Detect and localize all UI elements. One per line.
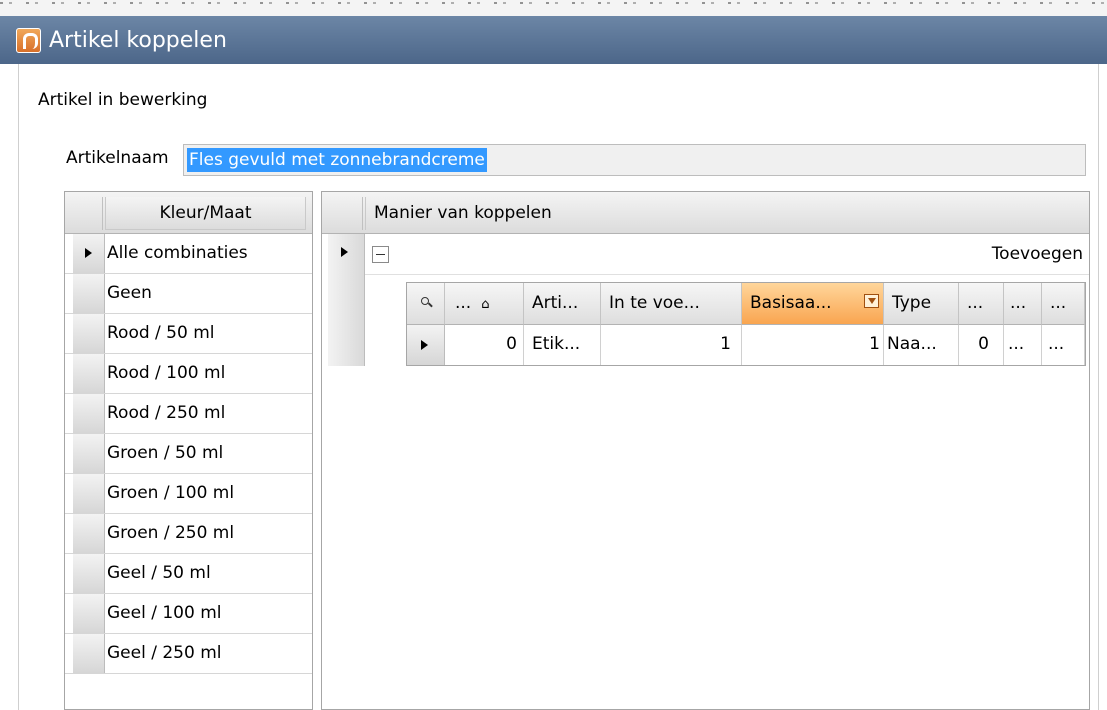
toevoegen-cell[interactable]: Toevoegen [992,239,1083,269]
table-cell[interactable]: ... [1042,325,1085,365]
article-name-field[interactable]: Fles gevuld met zonnebrandcreme [183,144,1086,176]
list-item[interactable]: Groen / 100 ml [65,474,312,514]
column-header-manier-van-koppelen[interactable]: Manier van koppelen [365,197,1083,230]
detail-header-type[interactable]: Type [884,283,959,325]
detail-header-col8[interactable]: ... [1042,283,1085,325]
app-logo-icon [16,27,41,53]
search-icon [421,297,429,305]
table-cell[interactable]: ... [1004,325,1042,365]
row-indicator-header [328,197,363,230]
background-window-strip [0,0,1107,16]
list-item[interactable]: Groen / 50 ml [65,434,312,474]
detail-header-in-te-voegen[interactable]: In te voe... [601,283,742,325]
detail-header-col1[interactable]: ... ⌂ [445,283,524,325]
sort-icon: ⌂ [481,297,490,312]
detail-header-col7[interactable]: ... [1004,283,1042,325]
detail-header-search[interactable] [407,283,445,325]
window-title: Artikel koppelen [49,27,227,53]
list-item[interactable]: Rood / 100 ml [65,354,312,394]
link-method-grid[interactable]: Manier van koppelen Toevoegen ... ⌂ Arti.… [321,191,1090,710]
list-item[interactable]: Geen [65,274,312,314]
table-cell[interactable]: 0 [445,325,524,365]
column-header-kleur-maat[interactable]: Kleur/Maat [105,197,306,230]
detail-header-artikel[interactable]: Arti... [524,283,601,325]
list-item[interactable]: Alle combinaties [65,234,312,274]
table-cell[interactable]: Naa... [884,325,959,365]
row-indicator[interactable] [328,234,365,366]
current-row-icon [421,340,428,350]
group-border-left [18,64,19,710]
grid-header: Manier van koppelen [322,192,1089,234]
filter-icon[interactable] [864,294,879,308]
collapse-icon[interactable] [372,246,389,263]
detail-grid[interactable]: ... ⌂ Arti... In te voe... Basisaa... Typ… [406,282,1086,366]
list-item[interactable]: Rood / 250 ml [65,394,312,434]
article-name-value: Fles gevuld met zonnebrandcreme [187,148,487,172]
detail-header-col6[interactable]: ... [959,283,1004,325]
list-item[interactable]: Geel / 250 ml [65,634,312,674]
table-cell[interactable]: Etik... [524,325,601,365]
detail-header-basisaantal[interactable]: Basisaa... [742,283,884,325]
list-item[interactable]: Rood / 50 ml [65,314,312,354]
table-cell[interactable]: 1 [742,325,884,365]
current-row-icon [85,248,92,258]
group-title: Artikel in bewerking [38,90,208,110]
list-item[interactable]: Geel / 100 ml [65,594,312,634]
table-cell[interactable]: 1 [601,325,742,365]
row-indicator-header [73,197,103,230]
color-size-grid[interactable]: Kleur/Maat Alle combinaties Geen Rood / … [64,191,313,710]
list-item[interactable]: Geel / 50 ml [65,554,312,594]
article-name-label: Artikelnaam [66,148,169,168]
group-border-right [1098,64,1099,710]
dialog-body: Artikel in bewerking Artikelnaam Fles ge… [0,64,1107,710]
table-cell[interactable]: 0 [959,325,1004,365]
title-bar: Artikel koppelen [0,16,1107,64]
grid-header: Kleur/Maat [65,192,312,234]
row-indicator[interactable] [407,325,445,365]
current-row-icon [341,247,348,257]
list-item[interactable]: Groen / 250 ml [65,514,312,554]
